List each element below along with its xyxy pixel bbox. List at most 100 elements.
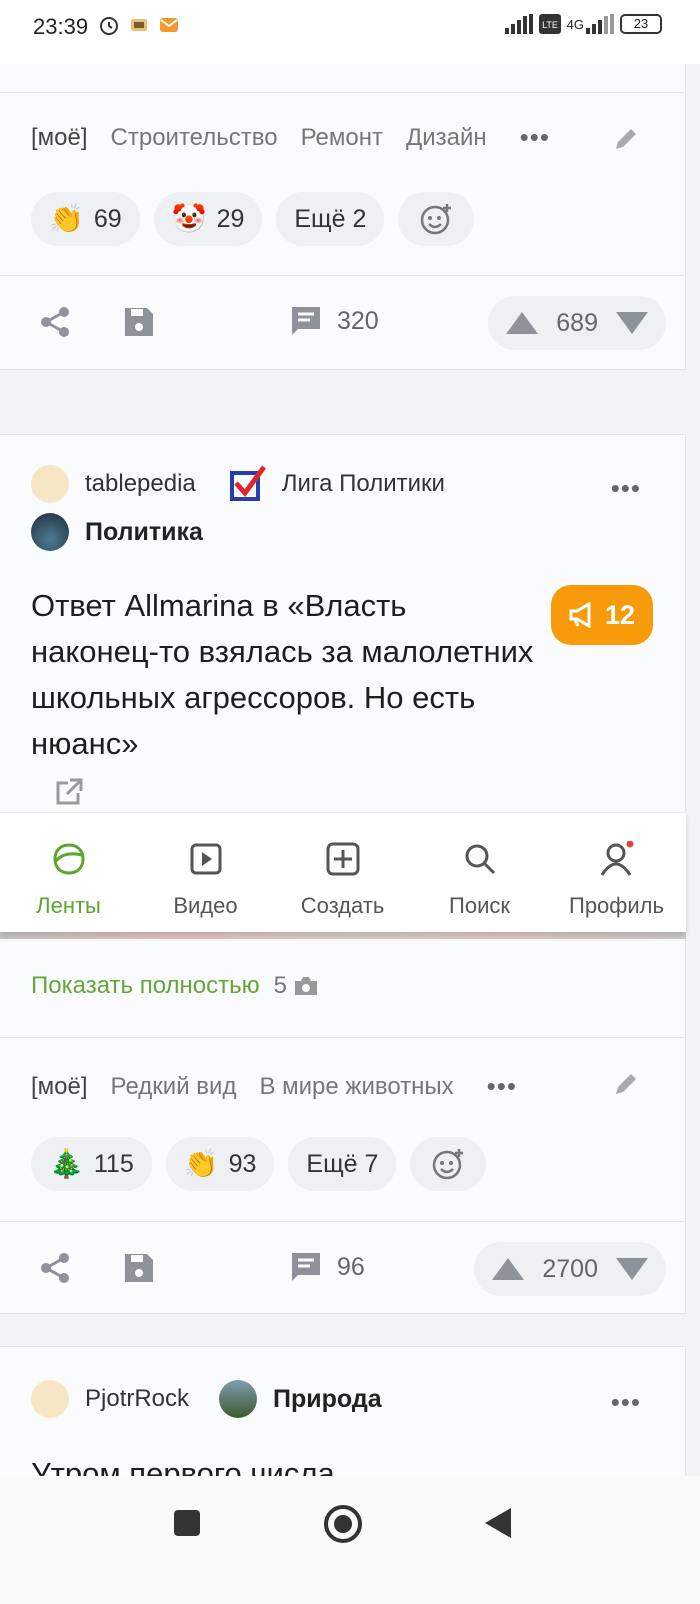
post-actions: 320 689 <box>0 276 686 368</box>
tab-feeds[interactable]: Ленты <box>0 813 137 933</box>
profile-icon <box>600 841 633 876</box>
tab-video[interactable]: Видео <box>137 813 274 933</box>
tag-item[interactable]: В мире животных <box>259 1073 453 1101</box>
reaction-count: 93 <box>228 1149 257 1178</box>
megaphone-icon <box>569 602 591 628</box>
mail-notification-icon <box>160 18 178 32</box>
post-title[interactable]: Ответ Allmarina в «Власть наконец-то взя… <box>31 583 541 767</box>
author-name[interactable]: tablepedia <box>85 470 196 498</box>
volte-icon: LTE <box>538 14 561 34</box>
tab-profile[interactable]: Профиль <box>548 813 685 933</box>
tab-search[interactable]: Поиск <box>411 813 548 933</box>
tab-label: Профиль <box>569 893 664 918</box>
more-tags-icon[interactable]: ••• <box>520 122 550 153</box>
comment-icon <box>292 307 320 335</box>
author-name[interactable]: PjotrRock <box>85 1385 189 1413</box>
share-icon[interactable] <box>38 305 72 339</box>
upvote-icon[interactable] <box>492 1258 525 1280</box>
post-meta: PjotrRock Природа <box>31 1380 382 1418</box>
clap-emoji-icon: 👏 <box>183 1148 219 1179</box>
tag-item[interactable]: Строительство <box>111 124 278 152</box>
tag-item[interactable]: [моё] <box>31 1073 88 1101</box>
feeds-icon <box>52 843 85 875</box>
reaction-count: 69 <box>93 204 122 233</box>
tab-label: Создать <box>300 893 385 918</box>
svg-text:LTE: LTE <box>542 20 558 30</box>
upvote-icon[interactable] <box>506 312 539 334</box>
comments-button[interactable]: 96 <box>289 1250 365 1284</box>
reaction-pill[interactable]: 🤡 29 <box>153 192 263 246</box>
edit-tags-icon[interactable] <box>611 1069 641 1099</box>
battery-indicator: 23 <box>620 14 662 34</box>
post-card-1: [моё] Строительство Ремонт Дизайн ••• 👏 … <box>0 64 686 370</box>
show-full-label: Показать полностью <box>31 972 260 999</box>
hot-badge[interactable]: 12 <box>551 585 653 645</box>
clap-emoji-icon: 👏 <box>49 203 84 234</box>
community-name[interactable]: Лига Политики <box>282 470 445 498</box>
post-menu-icon[interactable]: ••• <box>611 1387 641 1418</box>
reaction-pill[interactable]: 👏 69 <box>31 192 140 246</box>
show-full-link[interactable]: Показать полностью 5 <box>31 972 319 1000</box>
reaction-pill[interactable]: 🎄 115 <box>31 1137 152 1191</box>
comment-icon <box>292 1253 320 1281</box>
tag-item[interactable]: Ремонт <box>301 124 383 152</box>
reaction-count: 115 <box>93 1149 134 1178</box>
avatar[interactable] <box>31 465 69 503</box>
tab-label: Поиск <box>449 893 510 918</box>
downvote-icon[interactable] <box>616 1258 648 1280</box>
more-reactions-button[interactable]: Ещё 2 <box>276 192 385 246</box>
status-bar: 23:39 LTE 4G 23 <box>0 0 700 64</box>
photo-count: 5 <box>273 972 287 999</box>
post-actions: 96 2700 <box>0 1222 686 1314</box>
add-reaction-button[interactable] <box>410 1137 487 1191</box>
network-type: 4G <box>566 16 584 32</box>
external-link-icon[interactable] <box>54 777 84 807</box>
post-menu-icon[interactable]: ••• <box>611 473 641 504</box>
tag-item[interactable]: Редкий вид <box>111 1073 237 1101</box>
rating-control: 689 <box>488 296 666 350</box>
league-politics-icon[interactable] <box>228 465 266 503</box>
reactions-row: 👏 69 🤡 29 Ещё 2 <box>31 192 475 246</box>
subcommunity-name[interactable]: Политика <box>85 518 203 547</box>
clown-emoji-icon: 🤡 <box>171 203 207 234</box>
avatar[interactable] <box>31 513 69 551</box>
comments-button[interactable]: 320 <box>289 304 379 338</box>
rating-value: 2700 <box>542 1254 598 1283</box>
bottom-tab-bar: Ленты Видео Создать Поиск Профиль <box>0 812 686 932</box>
downvote-icon[interactable] <box>616 312 648 334</box>
tag-item[interactable]: Дизайн <box>406 124 487 152</box>
community-name[interactable]: Природа <box>273 1385 382 1414</box>
post-submeta: Политика <box>31 513 203 551</box>
tab-label: Видео <box>173 893 238 918</box>
search-icon <box>465 844 495 875</box>
recent-apps-icon[interactable] <box>172 1508 202 1538</box>
tab-create[interactable]: Создать <box>274 813 411 933</box>
gallery-notification-icon <box>131 19 147 31</box>
tag-item[interactable]: [моё] <box>31 124 88 152</box>
reaction-pill[interactable]: 👏 93 <box>165 1137 275 1191</box>
save-icon[interactable] <box>122 1251 156 1285</box>
post-tags: [моё] Строительство Ремонт Дизайн ••• <box>31 122 550 153</box>
back-icon[interactable] <box>483 1506 513 1540</box>
more-reactions-button[interactable]: Ещё 7 <box>288 1137 397 1191</box>
share-icon[interactable] <box>38 1251 72 1285</box>
signal-icon-2 <box>586 14 614 34</box>
create-icon <box>326 842 359 876</box>
avatar[interactable] <box>31 1380 69 1418</box>
community-avatar[interactable] <box>219 1380 258 1418</box>
post-tags: [моё] Редкий вид В мире животных ••• <box>31 1071 517 1102</box>
comments-count: 96 <box>337 1252 365 1281</box>
rating-control: 2700 <box>474 1242 666 1296</box>
post-card-3: PjotrRock Природа ••• Утром первого числ… <box>0 1346 686 1491</box>
home-icon[interactable] <box>323 1504 363 1544</box>
status-time: 23:39 <box>33 14 89 39</box>
alarm-icon <box>100 17 118 35</box>
add-reaction-icon <box>433 1149 464 1180</box>
save-icon[interactable] <box>122 305 156 339</box>
add-reaction-button[interactable] <box>398 192 475 246</box>
video-icon <box>190 843 221 875</box>
reactions-row: 🎄 115 👏 93 Ещё 7 <box>31 1137 487 1191</box>
more-tags-icon[interactable]: ••• <box>487 1071 517 1102</box>
post-meta: tablepedia Лига Политики <box>31 465 445 503</box>
edit-tags-icon[interactable] <box>611 124 641 154</box>
